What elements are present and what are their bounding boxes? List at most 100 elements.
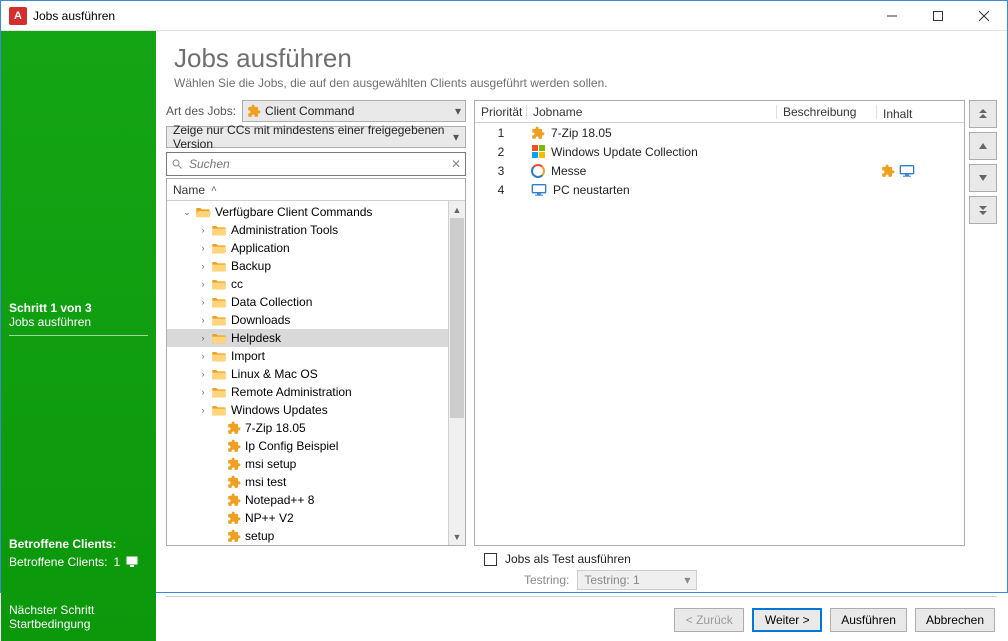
collapse-icon[interactable]: ⌄ [181, 207, 193, 218]
run-button[interactable]: Ausführen [830, 608, 907, 632]
affected-label: Betroffene Clients: [9, 555, 108, 569]
tree-scrollbar[interactable]: ▲ ▼ [448, 201, 465, 545]
clear-search-icon[interactable]: ✕ [451, 157, 461, 171]
job-name: PC neustarten [553, 183, 630, 197]
puzzle-icon [531, 126, 545, 140]
tree-item-label: NP++ V2 [245, 511, 294, 525]
col-priority[interactable]: Priorität [475, 105, 527, 119]
tree-folder-label: Application [231, 241, 290, 255]
tree-col-name: Name [173, 183, 205, 197]
expand-icon[interactable]: › [197, 297, 209, 307]
job-row[interactable]: 3Messe [475, 161, 964, 180]
tree-item[interactable]: NP++ V2 [167, 509, 448, 527]
reorder-buttons [969, 100, 997, 546]
folder-icon [211, 277, 227, 291]
test-checkbox[interactable] [484, 553, 497, 566]
move-top-button[interactable] [969, 100, 997, 128]
puzzle-icon [881, 164, 895, 178]
tree-folder[interactable]: › Linux & Mac OS [167, 365, 448, 383]
move-down-button[interactable] [969, 164, 997, 192]
window-title: Jobs ausführen [33, 9, 869, 23]
dialog-footer: < Zurück Weiter > Ausführen Abbrechen [156, 607, 1007, 641]
filter-combo[interactable]: Zeige nur CCs mit mindestens einer freig… [166, 126, 466, 148]
move-bottom-button[interactable] [969, 196, 997, 224]
tree-folder[interactable]: › Application [167, 239, 448, 257]
tree-folder[interactable]: › Data Collection [167, 293, 448, 311]
tree-root[interactable]: ⌄ Verfügbare Client Commands [167, 203, 448, 221]
job-list: Priorität Jobname Beschreibung Inhalt 17… [474, 100, 965, 546]
col-description[interactable]: Beschreibung [777, 105, 877, 119]
tree-item[interactable]: msi test [167, 473, 448, 491]
tree-folder-label: Downloads [231, 313, 290, 327]
expand-icon[interactable]: › [197, 333, 209, 343]
testring-label: Testring: [524, 573, 569, 587]
tree-folder[interactable]: ›Administration Tools [167, 221, 448, 239]
tree-folder-label: Data Collection [231, 295, 312, 309]
tree-folder[interactable]: ›Import [167, 347, 448, 365]
expand-icon[interactable]: › [197, 279, 209, 289]
tree-item-label: Ip Config Beispiel [245, 439, 338, 453]
tree-folder[interactable]: ›cc [167, 275, 448, 293]
job-row[interactable]: 4PC neustarten [475, 180, 964, 199]
job-row[interactable]: 17-Zip 18.05 [475, 123, 964, 142]
scroll-thumb[interactable] [450, 218, 464, 418]
scroll-up-icon[interactable]: ▲ [449, 201, 465, 218]
tree-panel: Name ˄ ⌄ Verfügbare Client Comman [166, 178, 466, 546]
maximize-button[interactable] [915, 1, 961, 31]
folder-icon [211, 295, 227, 309]
job-type-label: Art des Jobs: [166, 104, 236, 118]
folder-icon [211, 367, 227, 381]
puzzle-icon [227, 475, 241, 489]
expand-icon[interactable]: › [197, 243, 209, 253]
expand-icon[interactable]: › [197, 225, 209, 235]
expand-icon[interactable]: › [197, 369, 209, 379]
job-row[interactable]: 2Windows Update Collection [475, 142, 964, 161]
close-button[interactable] [961, 1, 1007, 31]
main-content: Jobs ausführen Wählen Sie die Jobs, die … [156, 31, 1007, 641]
tree-folder[interactable]: › Windows Updates [167, 401, 448, 419]
next-step-value: Startbedingung [9, 617, 148, 631]
tree-item-label: msi setup [245, 457, 296, 471]
tree-folder-label: Linux & Mac OS [231, 367, 318, 381]
next-button[interactable]: Weiter > [752, 608, 822, 632]
tree-header[interactable]: Name ˄ [167, 179, 465, 201]
left-pane: Art des Jobs: Client Command ▾ Zeige nur… [166, 100, 466, 546]
puzzle-icon [227, 529, 241, 543]
windows-update-icon [531, 145, 545, 159]
cancel-button[interactable]: Abbrechen [915, 608, 995, 632]
expand-icon[interactable]: › [197, 387, 209, 397]
col-jobname[interactable]: Jobname [527, 105, 777, 119]
tree-item[interactable]: Ip Config Beispiel [167, 437, 448, 455]
scroll-down-icon[interactable]: ▼ [449, 528, 465, 545]
job-type-value: Client Command [265, 104, 354, 118]
wizard-sidebar: Schritt 1 von 3 Jobs ausführen Betroffen… [1, 31, 156, 641]
separator [166, 596, 997, 597]
move-up-button[interactable] [969, 132, 997, 160]
tree-folder[interactable]: ›Helpdesk [167, 329, 448, 347]
tree-item-label: msi test [245, 475, 286, 489]
minimize-button[interactable] [869, 1, 915, 31]
tree-folder[interactable]: ›Backup [167, 257, 448, 275]
ring-icon [531, 164, 545, 178]
tree-item[interactable]: Notepad++ 8 [167, 491, 448, 509]
col-content[interactable]: Inhalt [877, 103, 964, 121]
affected-title: Betroffene Clients: [9, 537, 148, 551]
expand-icon[interactable]: › [197, 405, 209, 415]
tree-item[interactable]: msi setup [167, 455, 448, 473]
search-input[interactable] [187, 156, 451, 172]
tree-folder[interactable]: › Downloads [167, 311, 448, 329]
tree-item-label: 7-Zip 18.05 [245, 421, 306, 435]
job-type-combo[interactable]: Client Command ▾ [242, 100, 466, 122]
tree-item[interactable]: 7-Zip 18.05 [167, 419, 448, 437]
job-priority: 3 [475, 164, 527, 178]
testring-value: Testring: 1 [584, 573, 639, 587]
tree-folder-label: Windows Updates [231, 403, 328, 417]
affected-count: 1 [114, 555, 121, 569]
tree-item[interactable]: setup [167, 527, 448, 545]
expand-icon[interactable]: › [197, 351, 209, 361]
tree-folder[interactable]: ›Remote Administration [167, 383, 448, 401]
expand-icon[interactable]: › [197, 261, 209, 271]
expand-icon[interactable]: › [197, 315, 209, 325]
tree-body[interactable]: ⌄ Verfügbare Client Commands ›Administra… [167, 201, 448, 545]
folder-icon [211, 349, 227, 363]
